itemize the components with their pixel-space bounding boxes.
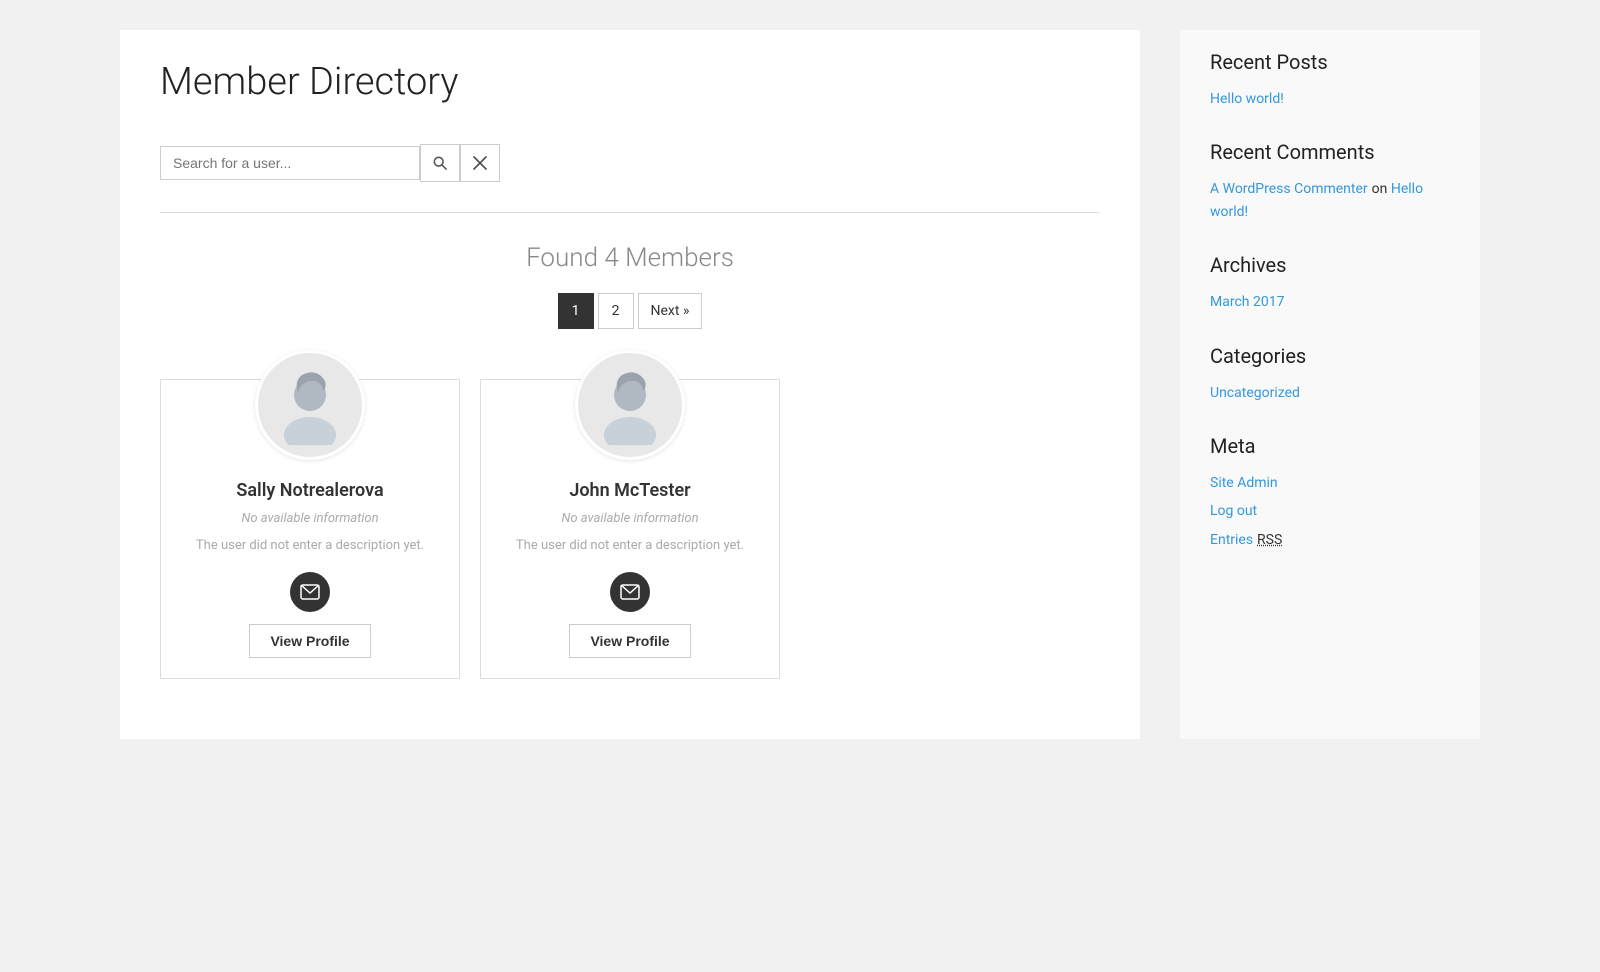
sidebar-recent-posts: Recent Posts Hello world! [1210, 50, 1450, 110]
view-profile-button-1[interactable]: View Profile [249, 624, 370, 658]
meta-heading: Meta [1210, 434, 1450, 458]
sidebar-recent-comments: Recent Comments A WordPress Commenter on… [1210, 140, 1450, 223]
members-grid: Sally Notrealerova No available informat… [160, 379, 1100, 679]
page-2-button[interactable]: 2 [598, 293, 634, 329]
pagination: 1 2 Next » [160, 293, 1100, 329]
meta-log-out[interactable]: Log out [1210, 500, 1450, 522]
meta-rss-label: RSS [1257, 532, 1282, 548]
category-uncategorized[interactable]: Uncategorized [1210, 382, 1450, 404]
email-button[interactable] [610, 572, 650, 612]
page-title: Member Directory [160, 60, 1100, 104]
comment-entry: A WordPress Commenter on Hello world! [1210, 178, 1450, 223]
sidebar: Recent Posts Hello world! Recent Comment… [1180, 30, 1480, 739]
member-description: The user did not enter a description yet… [196, 536, 424, 556]
sidebar-categories: Categories Uncategorized [1210, 344, 1450, 404]
sidebar-meta: Meta Site Admin Log out Entries RSS [1210, 434, 1450, 551]
member-card: John McTester No available information T… [480, 379, 780, 679]
member-card: Sally Notrealerova No available informat… [160, 379, 460, 679]
recent-comments-heading: Recent Comments [1210, 140, 1450, 164]
divider [160, 212, 1100, 213]
clear-button[interactable] [460, 144, 500, 182]
email-icon [620, 584, 640, 600]
page-1-button[interactable]: 1 [558, 293, 594, 329]
comment-on-text: on [1372, 181, 1391, 197]
commenter-link[interactable]: A WordPress Commenter [1210, 181, 1368, 197]
search-icon [433, 155, 447, 171]
avatar [575, 350, 685, 460]
meta-site-admin[interactable]: Site Admin [1210, 472, 1450, 494]
search-bar [160, 134, 1100, 192]
avatar-image [590, 365, 670, 445]
avatar [255, 350, 365, 460]
email-icon [300, 584, 320, 600]
meta-entries-rss: Entries RSS [1210, 529, 1450, 551]
page-next-button[interactable]: Next » [638, 293, 703, 329]
close-icon [473, 156, 487, 170]
email-button[interactable] [290, 572, 330, 612]
sidebar-archives: Archives March 2017 [1210, 253, 1450, 313]
archive-march-2017[interactable]: March 2017 [1210, 291, 1450, 313]
view-profile-button-2[interactable]: View Profile [569, 624, 690, 658]
recent-posts-heading: Recent Posts [1210, 50, 1450, 74]
member-info: No available information [241, 511, 378, 526]
archives-heading: Archives [1210, 253, 1450, 277]
sidebar-link-hello-world[interactable]: Hello world! [1210, 88, 1450, 110]
found-count: Found 4 Members [160, 243, 1100, 273]
categories-heading: Categories [1210, 344, 1450, 368]
main-content: Member Directory Found 4 Members 1 [120, 30, 1140, 739]
meta-entries-link[interactable]: Entries [1210, 532, 1253, 548]
member-description: The user did not enter a description yet… [516, 536, 744, 556]
search-input[interactable] [160, 146, 420, 180]
search-button[interactable] [420, 144, 460, 182]
member-name: John McTester [569, 480, 690, 501]
avatar-image [270, 365, 350, 445]
member-name: Sally Notrealerova [236, 480, 383, 501]
member-info: No available information [561, 511, 698, 526]
